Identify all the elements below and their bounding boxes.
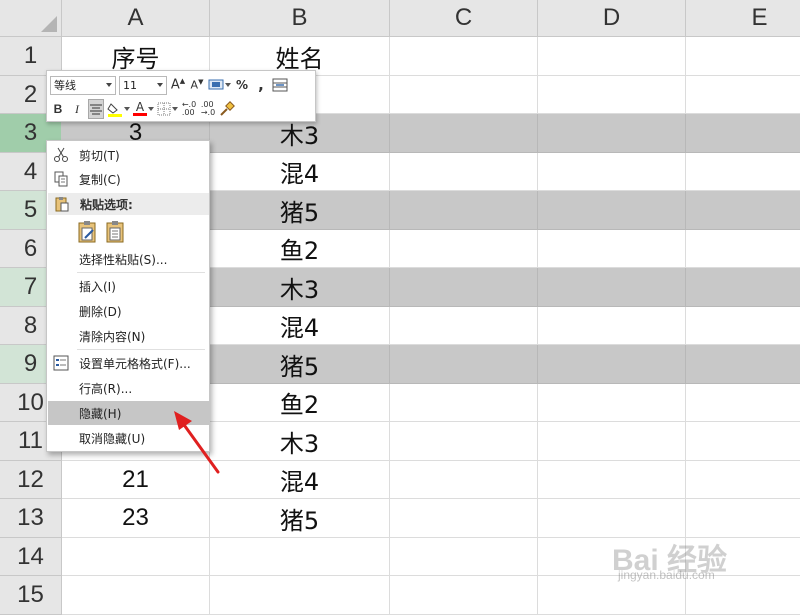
annotation-arrow-icon [174,411,220,474]
baidu-watermark-url: jingyan.baidu.com [618,568,715,582]
